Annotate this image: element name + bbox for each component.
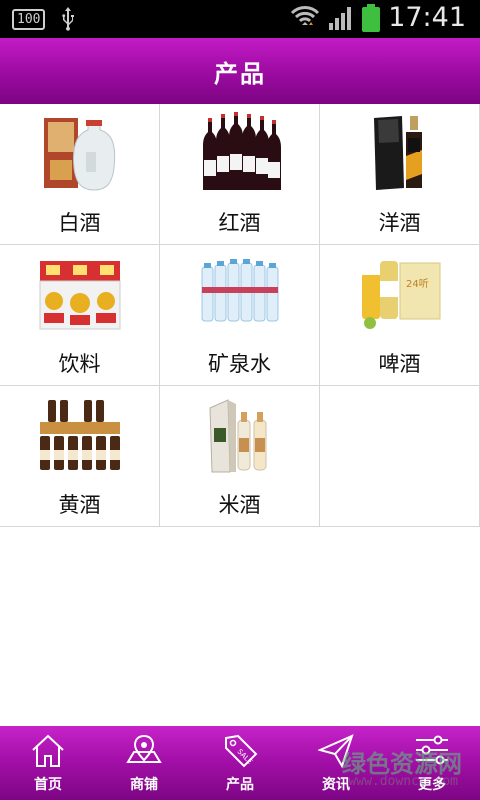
title-bar: 产品 xyxy=(0,38,480,104)
tab-label: 首页 xyxy=(34,777,62,793)
empty-cell xyxy=(320,386,480,527)
page-title: 产品 xyxy=(214,59,266,88)
clock: 17:41 xyxy=(388,2,466,33)
tab-products[interactable]: SALE 产品 xyxy=(192,726,288,800)
product-label: 啤酒 xyxy=(378,352,421,376)
whisky-image xyxy=(374,116,422,190)
product-cell-rice-wine[interactable]: 米酒 xyxy=(160,386,320,527)
product-label: 饮料 xyxy=(58,352,101,376)
tab-home[interactable]: 首页 xyxy=(0,726,96,800)
tab-label: 商铺 xyxy=(130,777,158,793)
wifi-icon xyxy=(291,5,320,25)
notification-badge: 100 xyxy=(12,8,46,30)
product-label: 矿泉水 xyxy=(208,352,271,376)
home-icon xyxy=(32,734,64,767)
product-label: 红酒 xyxy=(218,211,261,235)
status-bar: 100 17:41 xyxy=(0,0,480,38)
tab-label: 产品 xyxy=(226,777,254,793)
product-label: 洋酒 xyxy=(378,211,421,235)
sale-tag-icon: SALE xyxy=(225,734,258,768)
product-grid: 白酒 红酒 洋酒 饮料 矿泉水 24听 啤酒 黄酒 米酒 xyxy=(0,104,480,527)
product-cell-drinks[interactable]: 饮料 xyxy=(0,245,160,386)
product-cell-yellow-wine[interactable]: 黄酒 xyxy=(0,386,160,527)
product-cell-red-wine[interactable]: 红酒 xyxy=(160,104,320,245)
tab-store[interactable]: 商铺 xyxy=(96,726,192,800)
svg-text:24听: 24听 xyxy=(406,278,429,290)
product-label: 白酒 xyxy=(58,211,101,235)
product-cell-baijiu[interactable]: 白酒 xyxy=(0,104,160,245)
battery-icon xyxy=(362,3,381,32)
product-label: 米酒 xyxy=(218,493,261,517)
signal-icon xyxy=(329,6,352,30)
product-cell-mineral-water[interactable]: 矿泉水 xyxy=(160,245,320,386)
red-wine-image xyxy=(203,112,281,190)
rice-wine-image xyxy=(209,399,267,473)
watermark-url: www.downcc.com xyxy=(348,774,458,789)
baijiu-image xyxy=(44,118,116,191)
map-store-icon xyxy=(126,734,162,763)
product-label: 黄酒 xyxy=(58,493,101,517)
drinks-image xyxy=(39,261,121,330)
product-cell-whisky[interactable]: 洋酒 xyxy=(320,104,480,245)
product-cell-beer[interactable]: 24听 啤酒 xyxy=(320,245,480,386)
usb-icon xyxy=(62,7,75,31)
yellow-wine-image xyxy=(40,400,120,470)
beer-image: 24听 xyxy=(362,261,441,329)
mineral-water-image xyxy=(201,259,279,322)
